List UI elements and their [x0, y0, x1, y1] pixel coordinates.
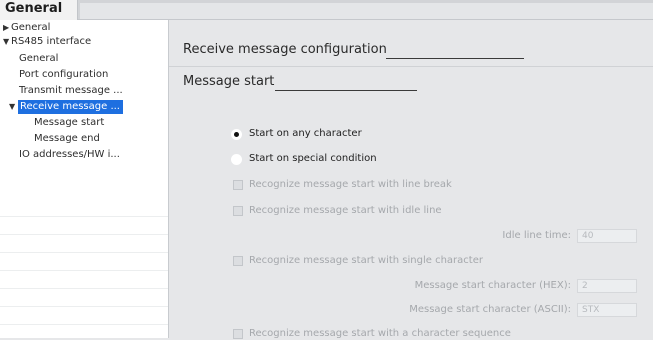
navigation-tree: ▶ General ▼ RS485 interface General Port… [0, 20, 169, 338]
subsection-title: Message start [183, 74, 275, 89]
nav-row-divider [0, 252, 168, 253]
checkbox-single-character[interactable] [233, 256, 243, 266]
nav-item-transmit-message[interactable]: Transmit message ... [19, 84, 123, 98]
nav-item-io-addresses[interactable]: IO addresses/HW i... [19, 148, 120, 162]
nav-row-divider [0, 288, 168, 289]
radio-selected-dot [234, 132, 239, 137]
radio-start-special-condition[interactable] [231, 154, 242, 165]
idle-line-time-label: Idle line time: [502, 230, 571, 241]
nav-row-divider [0, 216, 168, 217]
idle-line-label: Recognize message start with idle line [249, 205, 442, 216]
nav-item-message-start[interactable]: Message start [34, 116, 104, 130]
idle-line-time-input[interactable]: 40 [577, 229, 637, 243]
section-title: Receive message configuration [183, 42, 387, 57]
start-char-hex-label: Message start character (HEX): [414, 280, 571, 291]
start-char-ascii-input[interactable]: STX [577, 303, 637, 317]
tab-strip-fill [80, 3, 653, 19]
nav-row-divider [0, 324, 168, 325]
checkbox-line-break[interactable] [233, 180, 243, 190]
expand-right-icon[interactable]: ▶ [3, 21, 9, 35]
line-break-label: Recognize message start with line break [249, 179, 452, 190]
nav-row-divider [0, 234, 168, 235]
section-title-rule [386, 58, 524, 59]
section-separator [169, 66, 653, 67]
collapse-down-icon[interactable]: ▼ [9, 100, 15, 114]
configuration-panel: Receive message configuration Message st… [169, 20, 653, 339]
collapse-down-icon[interactable]: ▼ [3, 35, 9, 49]
single-character-label: Recognize message start with single char… [249, 255, 483, 266]
start-char-hex-input[interactable]: 2 [577, 279, 637, 293]
nav-item-general[interactable]: General [11, 21, 50, 35]
tab-strip: General [0, 0, 653, 20]
character-sequence-label: Recognize message start with a character… [249, 328, 511, 339]
nav-row-divider [0, 270, 168, 271]
nav-item-message-end[interactable]: Message end [34, 132, 100, 146]
radio-start-any-character[interactable] [231, 129, 242, 140]
subsection-title-rule [275, 90, 417, 91]
nav-item-rs485-general[interactable]: General [19, 52, 58, 66]
nav-item-port-configuration[interactable]: Port configuration [19, 68, 108, 82]
start-any-character-label[interactable]: Start on any character [249, 128, 362, 140]
checkbox-idle-line[interactable] [233, 206, 243, 216]
start-special-condition-label[interactable]: Start on special condition [249, 153, 377, 165]
nav-item-receive-message[interactable]: Receive message ... [18, 100, 123, 114]
tab-general[interactable]: General [0, 0, 78, 20]
nav-item-rs485-interface[interactable]: RS485 interface [11, 35, 91, 49]
nav-row-divider [0, 306, 168, 307]
start-char-ascii-label: Message start character (ASCII): [409, 304, 571, 315]
